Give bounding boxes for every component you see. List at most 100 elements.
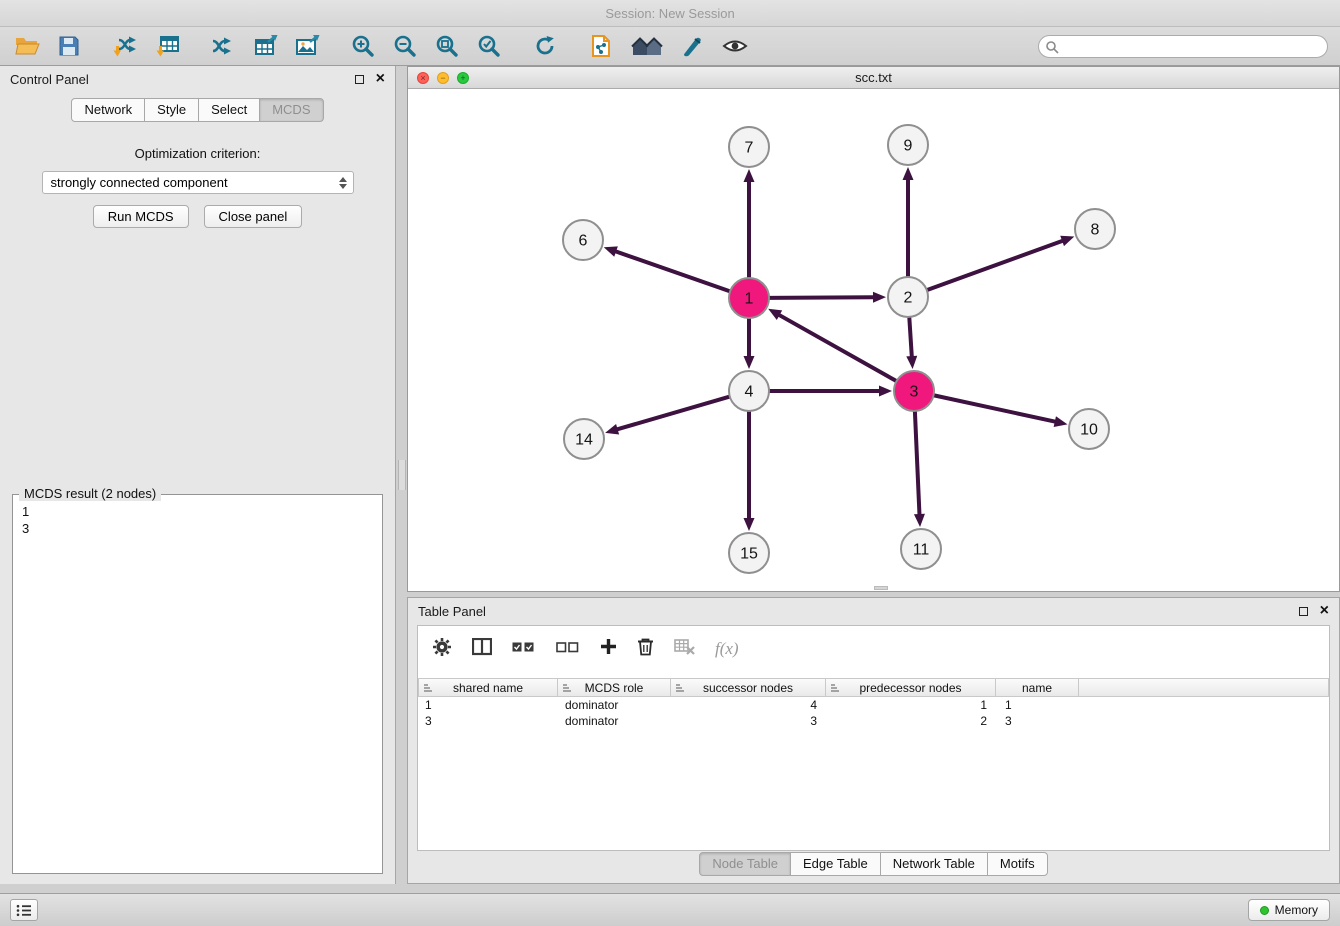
table-settings-gear-icon[interactable] xyxy=(432,637,452,662)
cell-name[interactable]: 1 xyxy=(996,697,1079,713)
unselect-all-columns-icon[interactable] xyxy=(556,640,580,658)
table-panel-tabs: Node Table Edge Table Network Table Moti… xyxy=(408,852,1339,876)
search-box xyxy=(1038,35,1328,58)
function-builder-icon[interactable]: f(x) xyxy=(715,639,739,659)
graph-edge-3-11[interactable] xyxy=(915,411,920,514)
close-window-icon[interactable]: × xyxy=(417,72,429,84)
column-header-filler xyxy=(1079,678,1329,697)
export-image-icon[interactable] xyxy=(292,31,322,61)
cell-shared-name[interactable]: 1 xyxy=(418,697,558,713)
column-header-shared-name[interactable]: shared name xyxy=(418,678,558,697)
zoom-in-icon[interactable] xyxy=(348,31,378,61)
table-panel: Table Panel × xyxy=(407,597,1340,884)
cell-shared-name[interactable]: 3 xyxy=(418,713,558,729)
maximize-window-icon[interactable]: + xyxy=(457,72,469,84)
cell-mcds-role[interactable]: dominator xyxy=(558,713,671,729)
graph-edge-1-6[interactable] xyxy=(616,252,730,292)
column-header-predecessor-nodes[interactable]: predecessor nodes xyxy=(826,678,996,697)
search-icon xyxy=(1045,40,1059,54)
zoom-selected-icon[interactable] xyxy=(474,31,504,61)
panel-splitter[interactable] xyxy=(398,460,406,490)
graph-edge-arrow xyxy=(605,424,619,435)
tab-select[interactable]: Select xyxy=(198,98,260,122)
node-table: shared name MCDS role successor nodes pr… xyxy=(418,678,1329,850)
column-header-successor-nodes[interactable]: successor nodes xyxy=(671,678,826,697)
run-mcds-button[interactable]: Run MCDS xyxy=(93,205,189,228)
memory-button[interactable]: Memory xyxy=(1248,899,1330,921)
criterion-select[interactable]: strongly connected component xyxy=(42,171,354,194)
create-column-icon[interactable] xyxy=(600,638,617,660)
import-table-icon[interactable] xyxy=(152,31,182,61)
export-network-icon[interactable] xyxy=(208,31,238,61)
import-network-icon[interactable] xyxy=(110,31,140,61)
tab-network[interactable]: Network xyxy=(71,98,145,122)
close-panel-icon[interactable]: × xyxy=(376,72,385,86)
zoom-fit-icon[interactable] xyxy=(432,31,462,61)
column-type-icon xyxy=(562,683,573,693)
network-window-grip[interactable] xyxy=(874,586,888,590)
tab-style[interactable]: Style xyxy=(144,98,199,122)
delete-table-icon[interactable] xyxy=(674,639,695,660)
tab-motifs[interactable]: Motifs xyxy=(987,852,1048,876)
graph-edge-4-14[interactable] xyxy=(618,397,730,430)
graph-node-label: 10 xyxy=(1080,422,1098,439)
graph-edge-3-10[interactable] xyxy=(934,395,1055,421)
search-input[interactable] xyxy=(1038,35,1328,58)
table-row[interactable]: 3 dominator 3 2 3 xyxy=(418,713,1329,729)
open-session-icon[interactable] xyxy=(12,31,42,61)
graph-edge-2-3[interactable] xyxy=(909,317,911,356)
criterion-select-value: strongly connected component xyxy=(51,175,339,190)
cell-predecessor-nodes[interactable]: 1 xyxy=(826,697,996,713)
tab-mcds[interactable]: MCDS xyxy=(259,98,323,122)
graph-edge-arrow xyxy=(744,518,755,531)
network-canvas[interactable]: 7968124314101511 xyxy=(408,89,1339,591)
float-table-panel-icon[interactable] xyxy=(1299,607,1308,616)
cell-successor-nodes[interactable]: 3 xyxy=(671,713,826,729)
export-table-icon[interactable] xyxy=(250,31,280,61)
delete-column-icon[interactable] xyxy=(637,637,654,661)
table-row[interactable]: 1 dominator 4 1 1 xyxy=(418,697,1329,713)
select-stepper-icon xyxy=(339,177,347,189)
graph-edge-arrow xyxy=(1054,416,1068,427)
show-hide-icon[interactable] xyxy=(720,31,750,61)
zoom-out-icon[interactable] xyxy=(390,31,420,61)
table-panel-title: Table Panel xyxy=(418,604,486,619)
graph-edge-arrow xyxy=(903,167,914,180)
control-panel-tabs: Network Style Select MCDS xyxy=(0,98,395,122)
tab-network-table[interactable]: Network Table xyxy=(880,852,988,876)
control-panel-title: Control Panel xyxy=(10,72,89,87)
minimize-window-icon[interactable]: − xyxy=(437,72,449,84)
float-panel-icon[interactable] xyxy=(355,75,364,84)
close-panel-button[interactable]: Close panel xyxy=(204,205,303,228)
column-header-name[interactable]: name xyxy=(996,678,1079,697)
close-table-panel-icon[interactable]: × xyxy=(1320,604,1329,618)
column-type-icon xyxy=(675,683,686,693)
graph-edge-arrow xyxy=(744,356,755,369)
cell-predecessor-nodes[interactable]: 2 xyxy=(826,713,996,729)
network-window-titlebar[interactable]: × − + scc.txt xyxy=(408,67,1339,89)
refresh-layout-icon[interactable] xyxy=(530,31,560,61)
tab-edge-table[interactable]: Edge Table xyxy=(790,852,881,876)
show-columns-icon[interactable] xyxy=(472,638,492,661)
graph-node-label: 8 xyxy=(1091,222,1100,239)
graph-node-label: 2 xyxy=(904,290,913,307)
document-network-icon[interactable] xyxy=(586,31,616,61)
cell-successor-nodes[interactable]: 4 xyxy=(671,697,826,713)
save-session-icon[interactable] xyxy=(54,31,84,61)
graph-edge-3-1[interactable] xyxy=(779,315,896,381)
network-window: × − + scc.txt 7968124314101511 xyxy=(407,66,1340,592)
graph-edge-1-2[interactable] xyxy=(769,297,873,298)
select-all-columns-icon[interactable] xyxy=(512,640,536,658)
apply-style-icon[interactable] xyxy=(678,31,708,61)
cell-mcds-role[interactable]: dominator xyxy=(558,697,671,713)
column-header-mcds-role[interactable]: MCDS role xyxy=(558,678,671,697)
graph-node-label: 15 xyxy=(740,546,758,563)
tab-node-table[interactable]: Node Table xyxy=(699,852,791,876)
task-history-button[interactable] xyxy=(10,899,38,921)
memory-label: Memory xyxy=(1275,903,1318,917)
mcds-result-list: 1 3 xyxy=(13,495,382,545)
graph-edge-2-8[interactable] xyxy=(927,241,1062,290)
graph-edge-arrow xyxy=(873,292,886,303)
cell-name[interactable]: 3 xyxy=(996,713,1079,729)
first-neighbors-icon[interactable] xyxy=(628,31,666,61)
